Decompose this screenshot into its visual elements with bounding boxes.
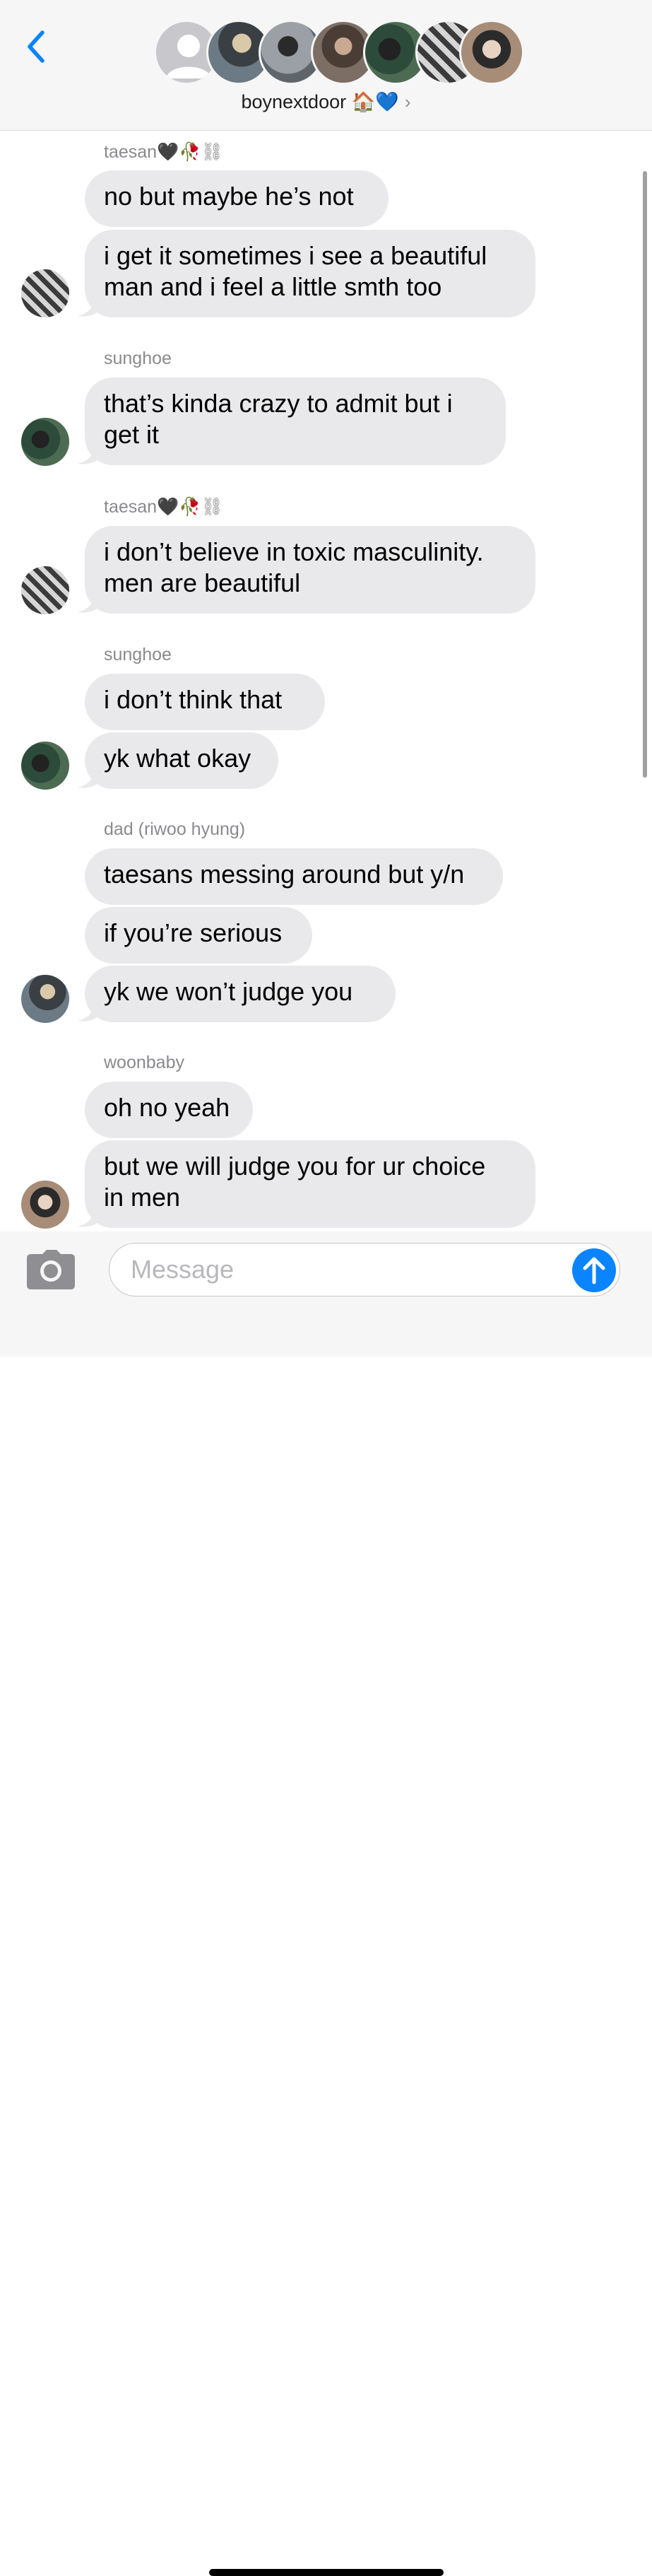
bubble-tail — [78, 592, 100, 613]
sender-name: dad (riwoo hyung) — [104, 819, 246, 839]
chevron-right-icon: › — [404, 91, 411, 112]
avatar — [459, 20, 524, 85]
chevron-left-icon — [28, 30, 45, 63]
avatar-riwoo[interactable] — [21, 975, 69, 1023]
message-bubble[interactable]: i don’t think that — [85, 674, 325, 730]
message-thread[interactable]: taesan🖤🥀⛓ no but maybe he’s not i get it… — [0, 131, 652, 1231]
sender-name: sunghoe — [104, 349, 172, 368]
message-bubble[interactable]: yk we won’t judge you — [85, 966, 396, 1022]
bubble-tail — [78, 768, 100, 788]
avatar-woonbaby[interactable] — [21, 1181, 69, 1229]
message-bubble[interactable]: taesans messing around but y/n — [85, 848, 503, 905]
avatar-sunghoe[interactable] — [21, 742, 69, 790]
sender-name: taesan🖤🥀⛓ — [104, 142, 224, 162]
group-name[interactable]: boynextdoor 🏠💙 › — [0, 88, 652, 116]
message-bubble[interactable]: oh no yeah — [85, 1082, 253, 1138]
arrow-up-icon — [583, 1257, 605, 1284]
composer-bar — [0, 1231, 652, 2576]
camera-icon — [27, 1250, 75, 1289]
message-bubble[interactable]: no but maybe he’s not — [85, 170, 389, 227]
bubble-tail — [78, 444, 100, 464]
bubble-tail — [78, 296, 100, 317]
avatar-taesan[interactable] — [21, 566, 69, 614]
sender-name: sunghoe — [104, 645, 172, 665]
camera-button[interactable] — [25, 1248, 76, 1291]
message-bubble[interactable]: i don’t believe in toxic masculinity. me… — [85, 526, 535, 614]
home-indicator[interactable] — [209, 2569, 444, 2576]
message-input[interactable] — [109, 1243, 620, 1296]
sender-name: taesan🖤🥀⛓ — [104, 497, 224, 517]
chat-header: boynextdoor 🏠💙 › — [0, 0, 652, 131]
sender-name: woonbaby — [104, 1053, 184, 1072]
scrollbar[interactable] — [643, 171, 647, 778]
message-bubble[interactable]: but we will judge you for ur choice in m… — [85, 1140, 535, 1228]
send-button[interactable] — [572, 1248, 616, 1292]
message-bubble[interactable]: yk what okay — [85, 732, 278, 789]
group-avatars[interactable] — [154, 20, 524, 85]
bubble-tail — [78, 1207, 100, 1227]
message-bubble[interactable]: i get it sometimes i see a beautiful man… — [85, 230, 535, 317]
bubble-tail — [78, 1001, 100, 1021]
avatar-taesan[interactable] — [21, 269, 69, 317]
avatar-sunghoe[interactable] — [21, 418, 69, 466]
message-bubble[interactable]: that’s kinda crazy to admit but i get it — [85, 377, 506, 465]
back-button[interactable] — [23, 28, 51, 65]
group-title: boynextdoor 🏠💙 — [241, 91, 399, 112]
message-bubble[interactable]: if you’re serious — [85, 907, 312, 964]
